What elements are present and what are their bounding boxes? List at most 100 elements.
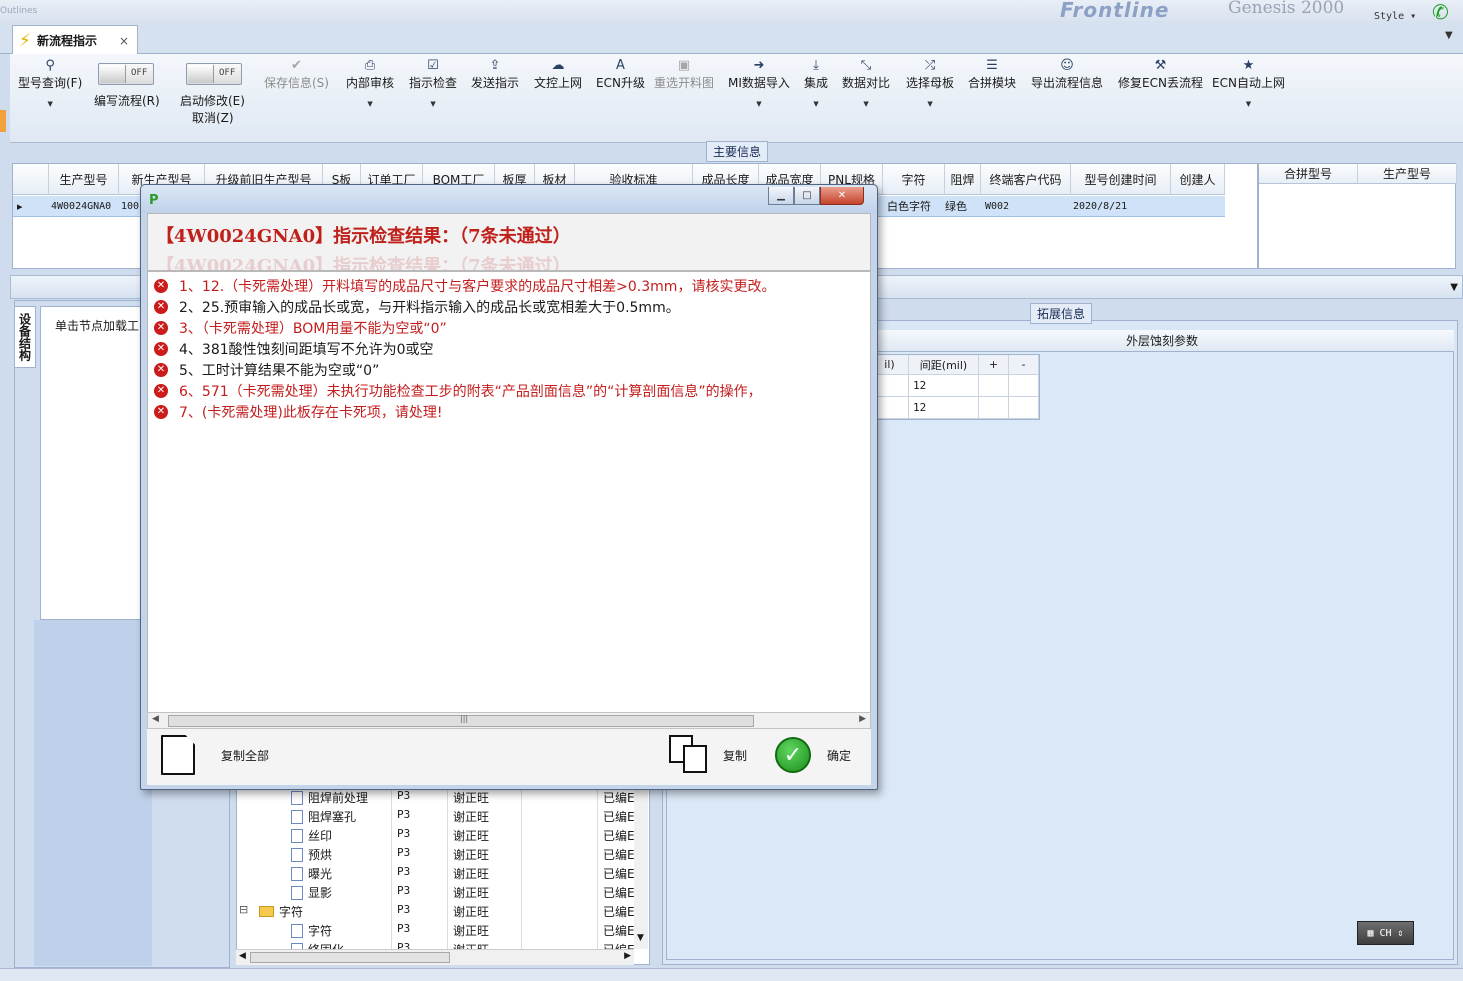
mi-import-button[interactable]: ➜ MI数据导入 ▼ [728, 58, 790, 108]
col-header[interactable]: 生产型号 [49, 164, 119, 195]
phone-icon[interactable]: ✆ [1432, 0, 1454, 24]
send-instruction-button[interactable]: ⇪ 发送指示 [471, 58, 519, 91]
result-horizontal-scrollbar[interactable]: ◀ ||| ▶ [147, 712, 871, 729]
tree-row[interactable]: 预烘 P3 谢正旺 已编E [237, 846, 639, 865]
result-item[interactable]: ✕ 3、（卡死需处理）BOM用量不能为空或“0” [154, 317, 447, 338]
col-header[interactable]: 字符 [883, 164, 945, 195]
col-header[interactable]: 创建人 [1171, 164, 1225, 195]
tree-horizontal-scrollbar[interactable]: ◀ ▶ [236, 949, 634, 965]
table-cell[interactable] [1009, 397, 1039, 419]
start-modify-toggle[interactable]: OFF [186, 63, 242, 85]
dropdown-arrow-icon[interactable]: ▼ [430, 100, 435, 108]
tree-row[interactable]: 曝光 P3 谢正旺 已编E [237, 865, 639, 884]
col-header[interactable]: 阻焊 [945, 164, 981, 195]
brand-product-text: Genesis 2000 [1228, 0, 1345, 18]
result-item[interactable]: ✕ 5、工时计算结果不能为空或“0” [154, 359, 379, 380]
table-cell[interactable] [979, 397, 1009, 419]
copy-button[interactable]: 复制 [669, 735, 747, 775]
ecn-upgrade-button[interactable]: A ECN升级 [596, 58, 645, 91]
data-compare-button[interactable]: ⤡ 数据对比 ▼ [842, 58, 890, 108]
document-icon [161, 735, 195, 775]
tree-node-label[interactable]: 阻焊塞孔 [291, 808, 356, 825]
panel-menu-arrow[interactable]: ▼ [1450, 282, 1458, 293]
remove-column-button[interactable]: - [1009, 355, 1039, 375]
dropdown-arrow-icon[interactable]: ▼ [367, 100, 372, 108]
tree-cell: P3 [397, 846, 411, 859]
cell-mask[interactable]: 绿色 [941, 196, 981, 216]
copy-all-button[interactable]: 复制全部 [161, 735, 269, 775]
model-query-button[interactable]: ⚲ 型号查询(F) ▼ [18, 58, 82, 108]
tree-vertical-scrollbar[interactable]: ▼ [634, 787, 648, 949]
result-item[interactable]: ✕ 6、571（卡死需处理）未执行功能检查工步的附表“产品剖面信息”的“计算剖面信… [154, 380, 762, 401]
tree-node-label[interactable]: 显影 [291, 884, 332, 901]
dropdown-arrow-icon[interactable]: ▼ [1246, 100, 1251, 108]
tree-node-label[interactable]: 字符 ⊟ [239, 903, 303, 920]
result-item[interactable]: ✕ 4、381酸性蚀刻间距填写不允许为0或空 [154, 338, 434, 359]
dropdown-arrow-icon[interactable]: ▼ [813, 100, 818, 108]
dropdown-arrow-icon[interactable]: ▼ [756, 100, 761, 108]
tree-row[interactable]: 字符 ⊟ P3 谢正旺 已编E [237, 903, 639, 922]
table-cell[interactable]: 12 [909, 375, 979, 397]
col-header[interactable]: 合拼型号 [1259, 164, 1358, 184]
tab-device-structure[interactable]: 设备结构 [14, 306, 36, 368]
result-item[interactable]: ✕ 2、25.预审输入的成品长或宽，与开料指示输入的成品长或宽相差大于0.5mm。 [154, 296, 680, 317]
tree-row[interactable]: 字符 P3 谢正旺 已编E [237, 922, 639, 941]
tree-row[interactable]: 丝印 P3 谢正旺 已编E [237, 827, 639, 846]
tree-node-label[interactable]: 曝光 [291, 865, 332, 882]
doc-upload-button[interactable]: ☁ 文控上网 [534, 58, 582, 91]
tree-row[interactable]: 阻焊前处理 P3 谢正旺 已编E [237, 789, 639, 808]
app-icon: P [149, 193, 159, 208]
cell-customer[interactable]: W002 [981, 196, 1071, 216]
tree-node-label[interactable]: 丝印 [291, 827, 332, 844]
minimize-button[interactable]: ▁ [768, 187, 794, 205]
tab-menu-arrow[interactable]: ▼ [1445, 30, 1453, 41]
close-icon[interactable]: × [119, 34, 129, 48]
instruction-check-button[interactable]: ☑ 指示检查 ▼ [409, 58, 457, 108]
tree-node-label[interactable]: 阻焊前处理 [291, 789, 368, 806]
error-icon: ✕ [154, 278, 168, 293]
table-cell[interactable]: 12 [909, 397, 979, 419]
dropdown-arrow-icon[interactable]: ▼ [47, 100, 52, 108]
reselect-cut-map-button[interactable]: ▣ 重选开料图 [654, 58, 714, 91]
tree-row[interactable]: 阻焊塞孔 P3 谢正旺 已编E [237, 808, 639, 827]
table-cell[interactable] [1009, 375, 1039, 397]
tree-row[interactable]: 显影 P3 谢正旺 已编E [237, 884, 639, 903]
tree-node-label[interactable]: 预烘 [291, 846, 332, 863]
maximize-button[interactable]: □ [794, 187, 820, 205]
dropdown-arrow-icon[interactable]: ▼ [927, 100, 932, 108]
cell-prod-no[interactable]: 4W0024GNA0 [47, 196, 119, 216]
ecn-auto-upload-button[interactable]: ★ ECN自动上网 ▼ [1212, 58, 1285, 108]
integrate-button[interactable]: ⤓ 集成 ▼ [804, 58, 828, 108]
cell-char[interactable]: 白色字符 [883, 196, 945, 216]
copy-icon [669, 735, 711, 775]
style-menu[interactable]: Style ▾ [1374, 11, 1416, 22]
collapse-icon[interactable]: ⊟ [239, 903, 248, 916]
updown-icon: ⇕ [1397, 927, 1404, 939]
ok-button[interactable]: ✓ 确定 [775, 737, 851, 773]
col-header[interactable]: 生产型号 [1358, 164, 1457, 184]
tab-new-flow[interactable]: ⚡ 新流程指示 × [12, 25, 138, 55]
select-mother-board-button[interactable]: ⤮ 选择母板 ▼ [906, 58, 954, 108]
edit-flow-toggle[interactable]: OFF [98, 63, 154, 85]
wrench-icon: ⚒ [1154, 58, 1167, 73]
dropdown-arrow-icon[interactable]: ▼ [863, 100, 868, 108]
ime-indicator[interactable]: ▦ CH ⇕ [1357, 921, 1414, 945]
dialog-titlebar[interactable]: P ▁ □ ✕ [141, 185, 877, 213]
col-header[interactable]: 型号创建时间 [1071, 164, 1171, 195]
result-item[interactable]: ✕ 7、(卡死需处理)此板存在卡死项，请处理! [154, 401, 442, 422]
repair-ecn-button[interactable]: ⚒ 修复ECN丢流程 [1118, 58, 1203, 91]
table-cell[interactable] [979, 375, 1009, 397]
col-header[interactable]: 终端客户代码 [981, 164, 1071, 195]
add-column-button[interactable]: + [979, 355, 1009, 375]
internal-review-button[interactable]: ⎙ 内部审核 ▼ [346, 58, 394, 108]
tree-node-label[interactable]: 字符 [291, 922, 332, 939]
cancel-label: 取消(Z) [192, 111, 234, 125]
tree-cell: P3 [397, 884, 411, 897]
save-info-button[interactable]: ✔ 保存信息(S) [264, 58, 329, 91]
result-item[interactable]: ✕ 1、12.（卡死需处理）开料填写的成品尺寸与客户要求的成品尺寸相差>0.3mm… [154, 275, 775, 296]
close-button[interactable]: ✕ [820, 187, 864, 205]
export-flow-button[interactable]: ☺ 导出流程信息 [1031, 58, 1103, 91]
merge-module-button[interactable]: ☰ 合拼模块 [968, 58, 1016, 91]
result-item-text: 2、25.预审输入的成品长或宽，与开料指示输入的成品长或宽相差大于0.5mm。 [179, 299, 680, 316]
cell-created[interactable]: 2020/8/21 [1069, 196, 1169, 216]
